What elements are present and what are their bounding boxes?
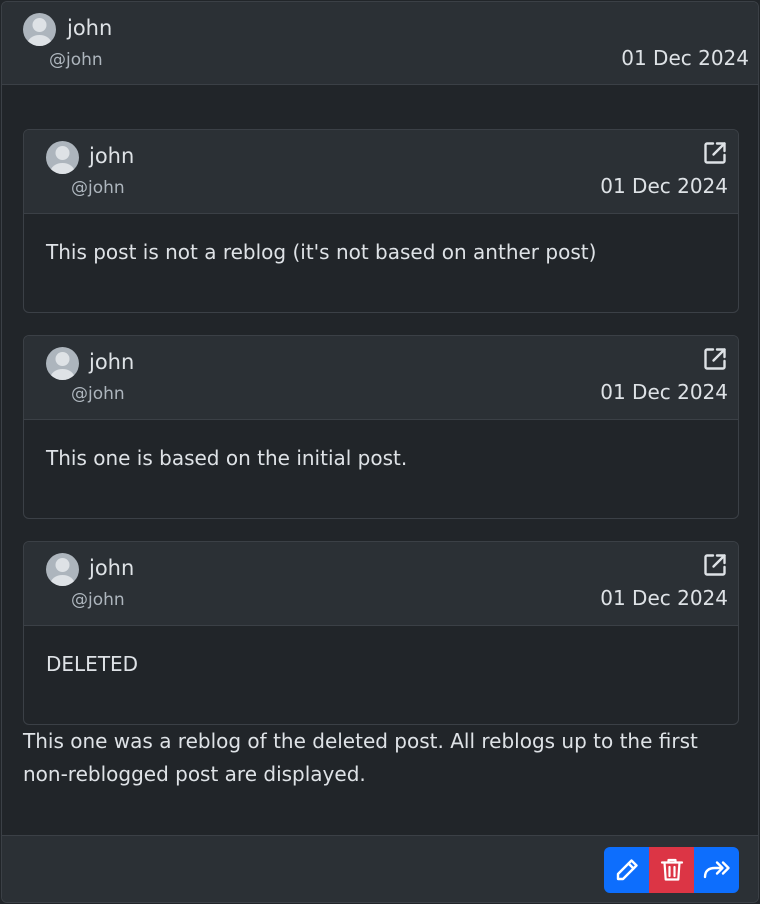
reblogged-post-header: john @john 01 Dec 2024 — [24, 542, 738, 626]
post-body: john @john 01 Dec 2024 This post is not … — [2, 85, 758, 835]
avatar[interactable] — [46, 347, 79, 380]
post-content: DELETED — [46, 652, 139, 676]
author-handle[interactable]: @john — [71, 386, 125, 403]
author-handle[interactable]: @john — [49, 52, 103, 69]
post-header: john @john 01 Dec 2024 — [2, 2, 758, 85]
author-name[interactable]: john — [89, 352, 134, 373]
post-content: This one was a reblog of the deleted pos… — [23, 729, 698, 786]
reblogged-post: john @john 01 Dec 2024 This post is not … — [23, 129, 739, 313]
author-handle[interactable]: @john — [71, 180, 125, 197]
post-date: 01 Dec 2024 — [621, 46, 749, 70]
double-arrow-forward-icon — [703, 861, 730, 879]
open-external-icon[interactable] — [702, 552, 728, 578]
avatar[interactable] — [46, 553, 79, 586]
open-external-icon[interactable] — [702, 346, 728, 372]
reblogged-post-header: john @john 01 Dec 2024 — [24, 130, 738, 214]
reblogged-post-header: john @john 01 Dec 2024 — [24, 336, 738, 420]
avatar[interactable] — [46, 141, 79, 174]
reblogged-post-body: DELETED — [24, 626, 738, 724]
reblogged-post: john @john 01 Dec 2024 DELETED — [23, 541, 739, 725]
post-date: 01 Dec 2024 — [600, 380, 728, 404]
post-date: 01 Dec 2024 — [600, 174, 728, 198]
post-card: john @john 01 Dec 2024 john @john 01 Dec… — [1, 1, 759, 903]
avatar[interactable] — [23, 13, 56, 46]
author-name[interactable]: john — [89, 146, 134, 167]
post-date: 01 Dec 2024 — [600, 586, 728, 610]
reblog-button[interactable] — [694, 847, 739, 893]
author-handle[interactable]: @john — [71, 592, 125, 609]
delete-button[interactable] — [649, 847, 694, 893]
edit-button[interactable] — [604, 847, 649, 893]
post-actions — [604, 847, 739, 893]
reblogged-post-body: This one is based on the initial post. — [24, 420, 738, 518]
pencil-icon — [616, 859, 638, 881]
author-name[interactable]: john — [89, 558, 134, 579]
reblogged-post-body: This post is not a reblog (it's not base… — [24, 214, 738, 312]
post-content: This post is not a reblog (it's not base… — [46, 240, 597, 264]
trash-icon — [660, 858, 683, 881]
reblogged-post: john @john 01 Dec 2024 This one is based… — [23, 335, 739, 519]
author-name[interactable]: john — [67, 18, 112, 39]
post-footer — [2, 835, 758, 902]
open-external-icon[interactable] — [702, 140, 728, 166]
post-content: This one is based on the initial post. — [46, 446, 408, 470]
